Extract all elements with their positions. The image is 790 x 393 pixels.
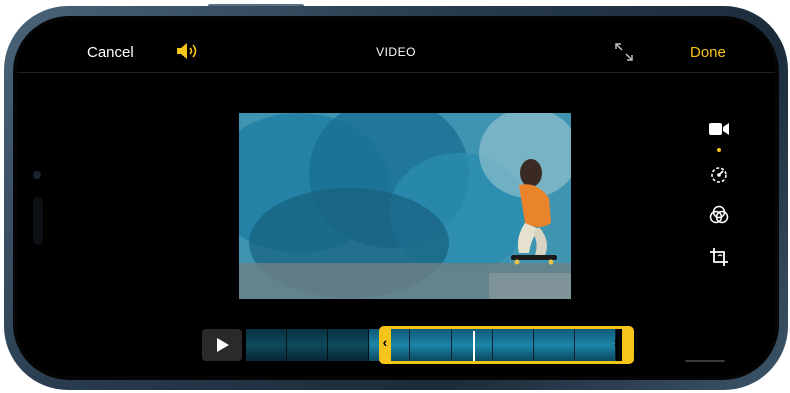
home-indicator [685, 360, 725, 362]
filmstrip-frame [246, 329, 288, 361]
trim-handle-left[interactable]: ‹ [379, 334, 391, 350]
filmstrip-frame [328, 329, 370, 361]
phone-frame: Cancel VIDEO Done ‹ › [0, 0, 790, 393]
video-frame-image [239, 113, 571, 299]
video-camera-icon[interactable] [706, 116, 732, 142]
adjust-dial-icon[interactable] [706, 162, 732, 188]
filters-icon[interactable] [706, 202, 732, 228]
trim-handle-right[interactable]: › [610, 334, 622, 350]
front-camera [33, 171, 41, 179]
screen: Cancel VIDEO Done ‹ › [17, 20, 775, 376]
page-title: VIDEO [376, 45, 416, 59]
crop-rotate-icon[interactable] [706, 244, 732, 270]
expand-icon[interactable] [614, 42, 634, 62]
video-preview[interactable] [239, 113, 571, 299]
top-bar: Cancel VIDEO Done [17, 20, 775, 73]
play-icon [217, 338, 229, 352]
trim-selection[interactable] [379, 326, 634, 364]
play-button[interactable] [202, 329, 242, 361]
playhead[interactable] [473, 331, 475, 361]
active-tool-indicator [717, 148, 721, 152]
sensor-notch [33, 197, 43, 245]
filmstrip-frame [287, 329, 329, 361]
done-button[interactable]: Done [690, 44, 726, 61]
